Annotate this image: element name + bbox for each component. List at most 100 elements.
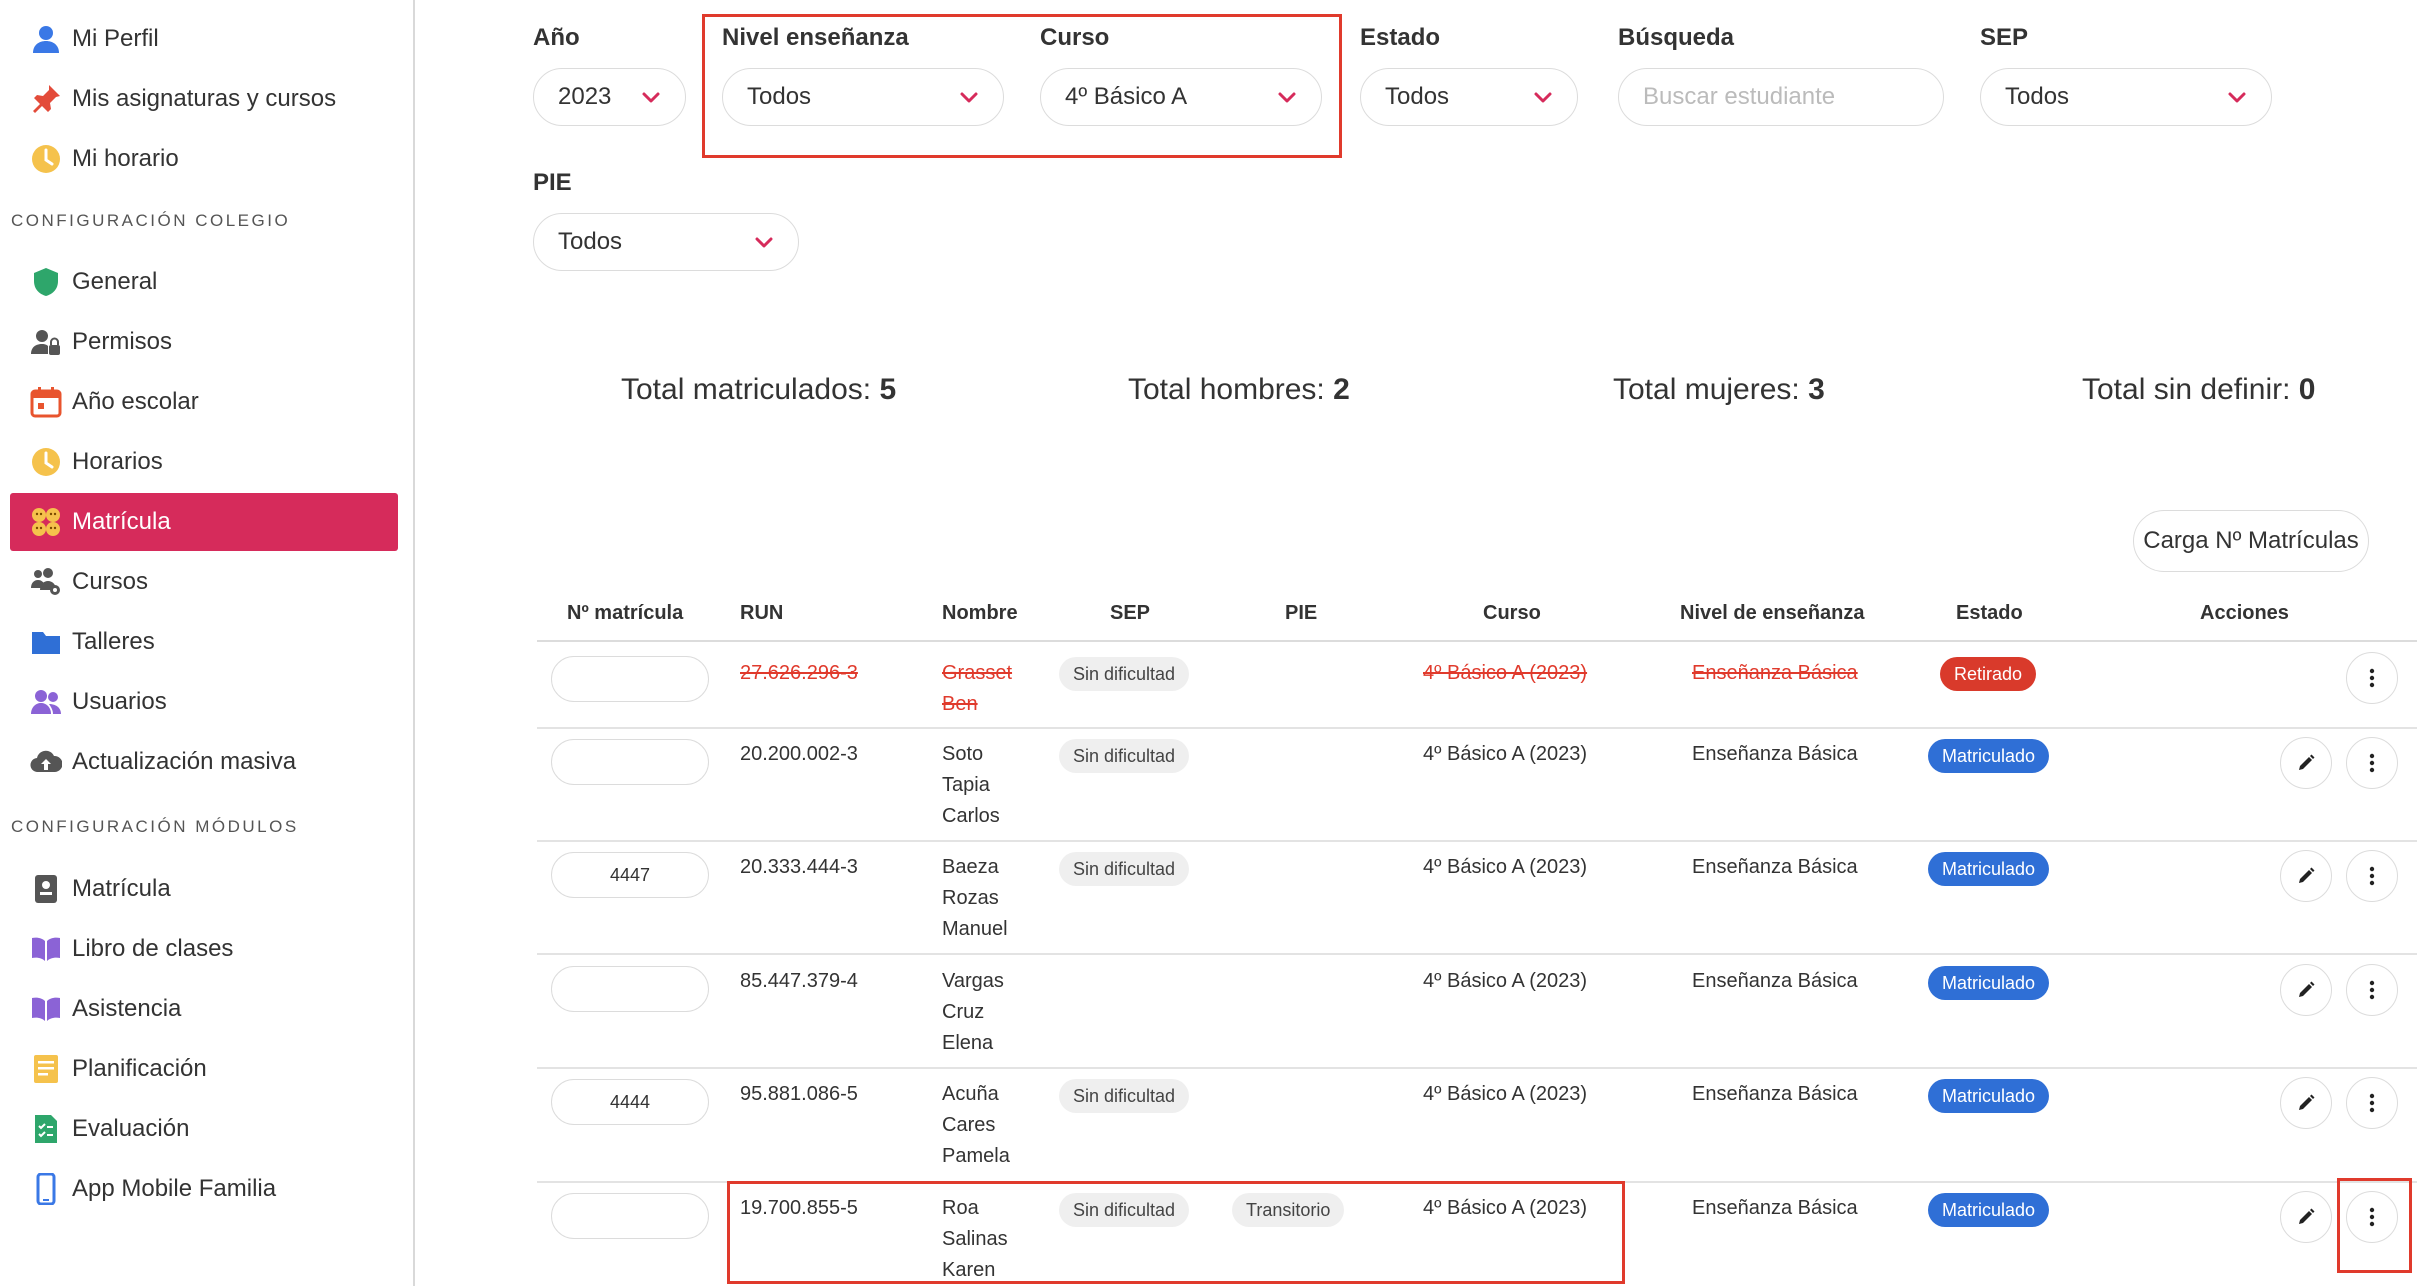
sidebar-item-asistencia[interactable]: Asistencia <box>10 980 398 1038</box>
more-actions-button[interactable] <box>2346 737 2398 789</box>
status-badge: Matriculado <box>1928 1193 2050 1227</box>
filter-label-busqueda: Búsqueda <box>1618 24 1735 51</box>
folder-icon <box>28 624 64 660</box>
sidebar-item-label: App Mobile Familia <box>72 1175 277 1202</box>
sidebar-item-label: Libro de clases <box>72 935 234 962</box>
status-badge: Matriculado <box>1928 739 2050 773</box>
matricula-input[interactable]: 4444 <box>551 1079 709 1125</box>
more-actions-button[interactable] <box>2346 652 2398 704</box>
table-header-divider <box>537 640 2417 642</box>
checklist-icon <box>28 1111 64 1147</box>
more-actions-button[interactable] <box>2346 850 2398 902</box>
sidebar-item-label: Usuarios <box>72 688 167 715</box>
matricula-input[interactable]: 4447 <box>551 852 709 898</box>
total-matriculados: Total matriculados: 5 <box>621 373 897 406</box>
sidebar-item-mi-perfil[interactable]: Mi Perfil <box>10 10 398 68</box>
users-icon <box>28 684 64 720</box>
col-header-run: RUN <box>740 602 784 624</box>
sidebar-item-talleres[interactable]: Talleres <box>10 613 398 671</box>
sidebar: Mi Perfil Mis asignaturas y cursos Mi ho… <box>0 0 415 1286</box>
sidebar-item-general[interactable]: General <box>10 253 398 311</box>
row-divider <box>537 953 2417 955</box>
matricula-input[interactable] <box>551 1193 709 1239</box>
sidebar-item-label: Asistencia <box>72 995 182 1022</box>
more-vertical-icon <box>2369 1093 2375 1113</box>
pencil-icon <box>2299 1094 2315 1110</box>
search-input[interactable]: Buscar estudiante <box>1618 68 1944 126</box>
sidebar-item-permisos[interactable]: Permisos <box>10 313 398 371</box>
search-placeholder: Buscar estudiante <box>1643 83 1836 110</box>
cell-curso: 4º Básico A (2023) <box>1423 743 1588 765</box>
sidebar-item-cursos[interactable]: Cursos <box>10 553 398 611</box>
cell-nombre: Baeza Rozas Manuel <box>942 856 1008 940</box>
notes-icon <box>28 1051 64 1087</box>
edit-button[interactable] <box>2280 850 2332 902</box>
more-vertical-icon <box>2369 753 2375 773</box>
cell-nombre: Acuña Cares Pamela <box>942 1083 1010 1167</box>
more-vertical-icon <box>2369 668 2375 688</box>
matricula-input[interactable] <box>551 966 709 1012</box>
matricula-input[interactable] <box>551 656 709 702</box>
sidebar-item-modulo-matricula[interactable]: Matrícula <box>10 860 398 918</box>
pencil-icon <box>2299 754 2315 770</box>
pencil-icon <box>2299 981 2315 997</box>
sep-select[interactable]: Todos <box>1980 68 2272 126</box>
sidebar-item-libro-de-clases[interactable]: Libro de clases <box>10 920 398 978</box>
matricula-input[interactable] <box>551 739 709 785</box>
sidebar-item-usuarios[interactable]: Usuarios <box>10 673 398 731</box>
user-lock-icon <box>28 324 64 360</box>
edit-button[interactable] <box>2280 964 2332 1016</box>
filter-label-estado: Estado <box>1360 24 1441 51</box>
sidebar-item-app-mobile-familia[interactable]: App Mobile Familia <box>10 1160 398 1218</box>
cell-curso: 4º Básico A (2023) <box>1423 1083 1588 1105</box>
status-badge: Matriculado <box>1928 966 2050 1000</box>
sidebar-item-matricula[interactable]: Matrícula <box>10 493 398 551</box>
highlight-box-actions <box>2337 1178 2412 1273</box>
col-header-acciones: Acciones <box>2200 602 2289 624</box>
sidebar-item-label: Talleres <box>72 628 155 655</box>
filter-label-pie: PIE <box>533 169 572 196</box>
pie-select-value: Todos <box>558 228 623 255</box>
cell-nombre: Grasset Ben <box>942 662 1013 715</box>
sep-pill: Sin dificultad <box>1059 1079 1190 1113</box>
sidebar-item-horarios[interactable]: Horarios <box>10 433 398 491</box>
sidebar-item-actualizacion-masiva[interactable]: Actualización masiva <box>10 733 398 791</box>
more-actions-button[interactable] <box>2346 964 2398 1016</box>
cell-nombre: Vargas Cruz Elena <box>942 970 1004 1054</box>
estado-select[interactable]: Todos <box>1360 68 1578 126</box>
row-divider <box>537 840 2417 842</box>
edit-button[interactable] <box>2280 737 2332 789</box>
sidebar-item-ano-escolar[interactable]: Año escolar <box>10 373 398 431</box>
col-header-nivel: Nivel de enseñanza <box>1680 602 1865 624</box>
total-mujeres: Total mujeres: 3 <box>1613 373 1825 406</box>
anio-select[interactable]: 2023 <box>533 68 686 126</box>
edit-button[interactable] <box>2280 1077 2332 1129</box>
sidebar-item-planificacion[interactable]: Planificación <box>10 1040 398 1098</box>
cell-nivel: Enseñanza Básica <box>1692 970 1858 992</box>
sidebar-item-label: Horarios <box>72 448 163 475</box>
highlight-box-row <box>727 1181 1625 1284</box>
sidebar-item-label: Matrícula <box>72 875 171 902</box>
sidebar-item-mi-horario[interactable]: Mi horario <box>10 130 398 188</box>
faces-icon <box>28 504 64 540</box>
total-sin-definir: Total sin definir: 0 <box>2082 373 2316 406</box>
col-header-matricula: Nº matrícula <box>567 602 684 624</box>
anio-select-value: 2023 <box>558 83 612 110</box>
carga-matriculas-button[interactable]: Carga Nº Matrículas <box>2133 510 2369 572</box>
users-gear-icon <box>28 564 64 600</box>
status-badge: Retirado <box>1940 657 2037 691</box>
more-actions-button[interactable] <box>2346 1077 2398 1129</box>
edit-button[interactable] <box>2280 1191 2332 1243</box>
row-divider <box>537 1067 2417 1069</box>
sidebar-item-mis-asignaturas[interactable]: Mis asignaturas y cursos <box>10 70 398 128</box>
section-configuracion-modulos: CONFIGURACIÓN MÓDULOS <box>11 817 299 836</box>
col-header-pie: PIE <box>1285 602 1318 624</box>
sidebar-item-evaluacion[interactable]: Evaluación <box>10 1100 398 1158</box>
status-badge: Matriculado <box>1928 852 2050 886</box>
col-header-curso: Curso <box>1483 602 1541 624</box>
shield-icon <box>28 264 64 300</box>
cell-nombre: Soto Tapia Carlos <box>942 743 1000 827</box>
filter-label-sep: SEP <box>1980 24 2029 51</box>
pie-select[interactable]: Todos <box>533 213 799 271</box>
cell-nivel: Enseñanza Básica <box>1692 856 1858 878</box>
